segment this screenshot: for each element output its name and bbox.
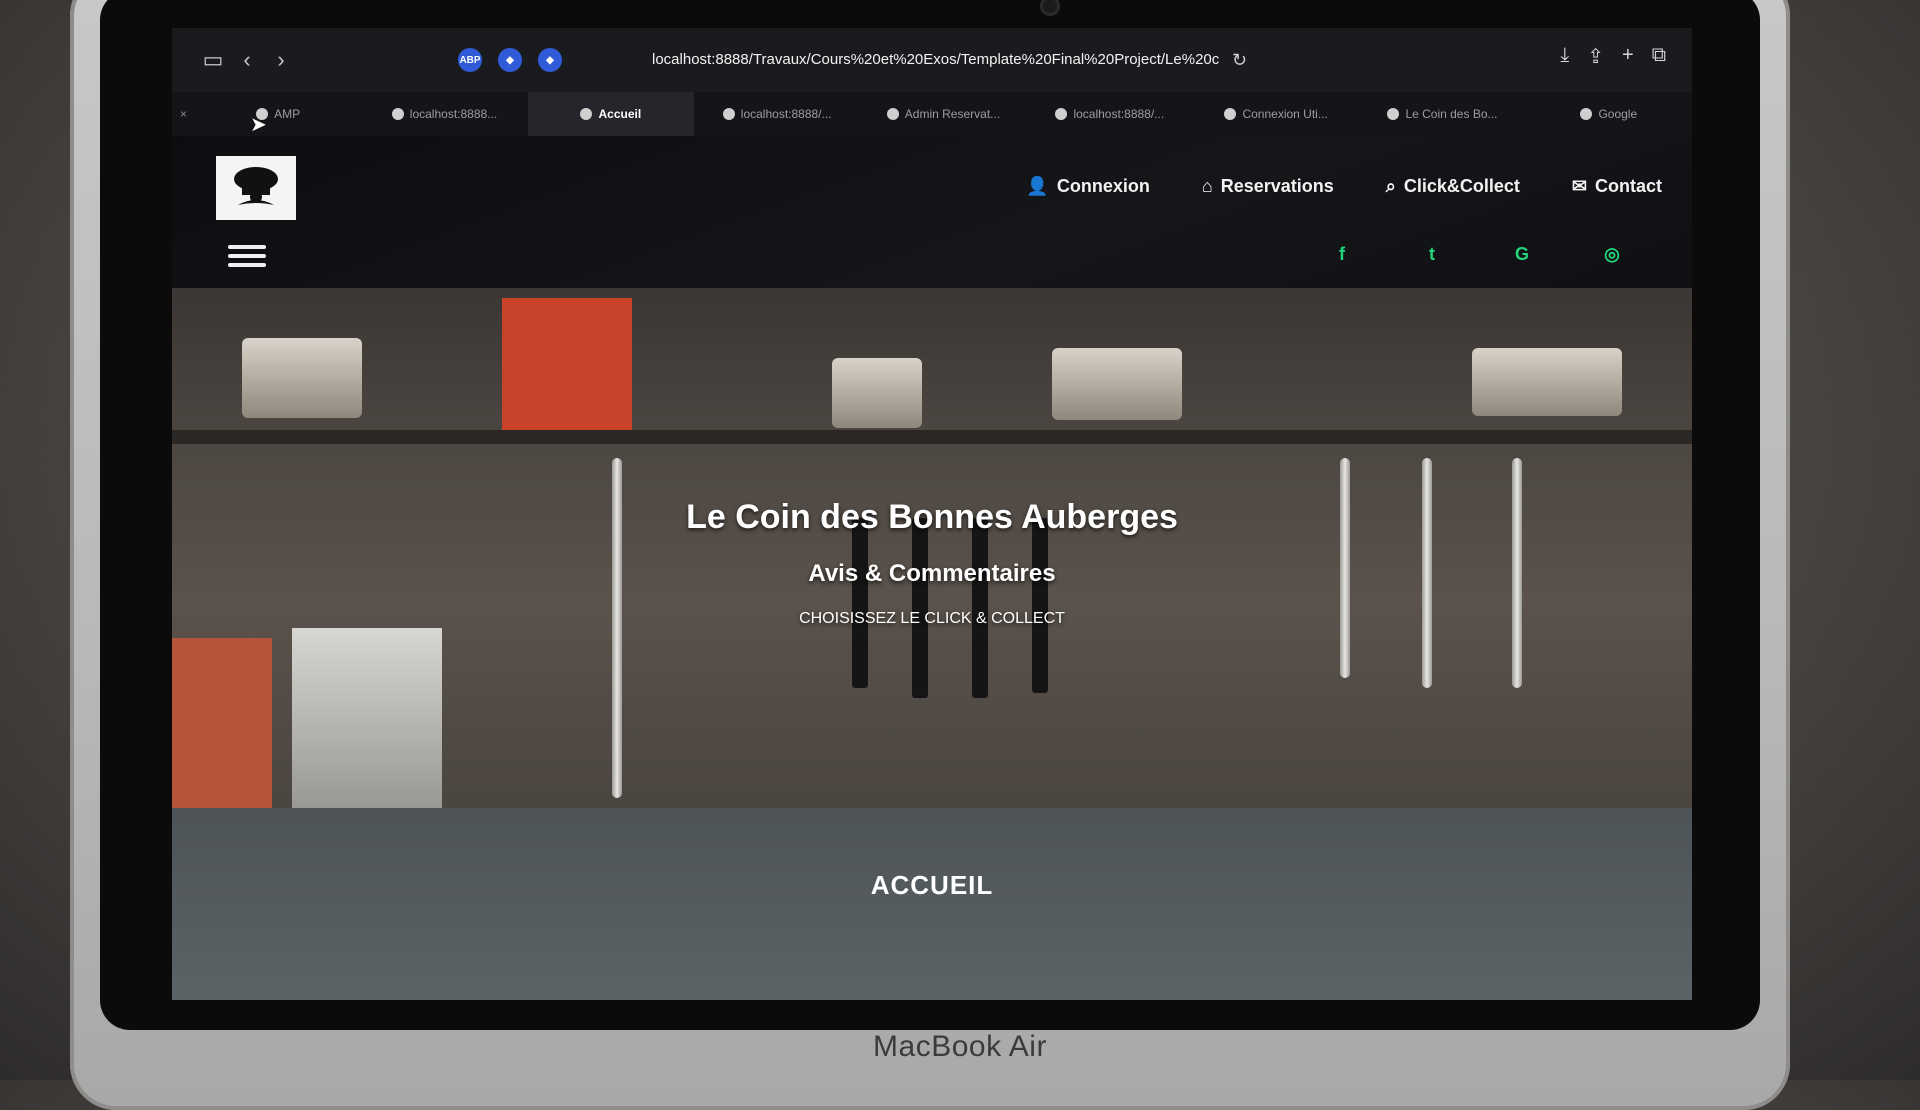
tab-admin-reservat[interactable]: Admin Reservat... — [860, 92, 1026, 136]
download-icon[interactable]: ⤓ — [1560, 44, 1569, 69]
hero-title: Le Coin des Bonnes Auberges — [686, 498, 1178, 536]
favicon-icon — [391, 108, 404, 120]
nav-connexion[interactable]: 👤 Connexion — [1026, 176, 1149, 197]
tab-localhost-3[interactable]: localhost:8888/... — [1027, 92, 1193, 136]
twitter-icon[interactable]: t — [1422, 244, 1442, 265]
macbook-label: MacBook Air — [873, 1030, 1047, 1063]
facebook-icon[interactable]: f — [1332, 244, 1352, 265]
back-icon[interactable]: ‹ — [230, 47, 264, 73]
user-icon: 👤 — [1026, 176, 1049, 196]
close-tab-icon[interactable]: × — [172, 107, 195, 121]
main-nav: 👤 Connexion ⌂ Reservations ⌕ Click&Collect … — [1026, 176, 1662, 197]
forward-icon[interactable]: › — [264, 47, 298, 73]
tab-localhost-2[interactable]: localhost:8888/... — [694, 92, 860, 136]
home-icon: ⌂ — [1201, 176, 1213, 196]
google-icon[interactable]: G — [1512, 244, 1532, 265]
site-header: 👤 Connexion ⌂ Reservations ⌕ Click&Collect … — [172, 136, 1692, 288]
mouse-cursor-icon: ➤ — [250, 114, 267, 136]
tab-le-coin[interactable]: Le Coin des Bo... — [1359, 92, 1525, 136]
tab-amp[interactable]: AMP — [195, 92, 361, 136]
kitchen-shelf — [172, 430, 1692, 444]
kitchen-pot — [1052, 348, 1182, 420]
knife-rack — [972, 518, 988, 698]
sidebar-toggle-icon[interactable]: ▭ — [196, 47, 230, 73]
tab-localhost-1[interactable]: localhost:8888... — [361, 92, 527, 136]
nav-contact[interactable]: ✉ Contact — [1572, 176, 1662, 197]
hero-banner: Le Coin des Bonnes Auberges Avis & Comme… — [172, 288, 1692, 808]
hero-cta-text[interactable]: CHOISISSEZ LE CLICK & COLLECT — [172, 610, 1692, 628]
nav-click-collect[interactable]: ⌕ Click&Collect — [1386, 176, 1520, 197]
nav-reservations[interactable]: ⌂ Reservations — [1202, 176, 1334, 197]
extension-abp-icon[interactable]: ABP — [458, 48, 482, 72]
social-links: f t G ◎ — [1332, 244, 1622, 265]
cookbook-image — [172, 638, 272, 808]
google-favicon-icon — [1580, 108, 1593, 120]
tab-connexion-uti[interactable]: Connexion Uti... — [1193, 92, 1359, 136]
tab-overview-icon[interactable]: ⧉ — [1652, 44, 1666, 69]
envelope-icon: ✉ — [1571, 176, 1587, 196]
extension-shield-alt-icon[interactable]: ◆ — [538, 48, 562, 72]
favicon-icon — [1387, 108, 1400, 120]
extension-shield-icon[interactable]: ◆ — [498, 48, 522, 72]
favicon-icon — [580, 108, 593, 120]
kitchen-pot — [242, 338, 362, 418]
knife-rack — [912, 518, 928, 698]
favicon-icon — [886, 108, 899, 120]
share-icon[interactable]: ⇪ — [1587, 44, 1604, 69]
instagram-icon[interactable]: ◎ — [1602, 244, 1622, 265]
favicon-icon — [1055, 108, 1068, 120]
cookbook-image — [502, 298, 632, 430]
chef-hat-icon — [234, 167, 278, 205]
favicon-icon — [1224, 108, 1237, 120]
kitchen-pot — [832, 358, 922, 428]
section-title: ACCUEIL — [870, 870, 994, 900]
search-icon: ⌕ — [1385, 176, 1396, 196]
hero-subtitle: Avis & Commentaires — [808, 560, 1056, 587]
menu-hamburger-icon[interactable] — [228, 240, 266, 272]
browser-toolbar: ▭ ‹ › ABP ◆ ◆ localhost:8888/Travaux/Cou… — [172, 28, 1692, 92]
tab-google[interactable]: Google — [1526, 92, 1692, 136]
chef-portrait-image — [292, 628, 442, 808]
kitchen-pan — [1472, 348, 1622, 416]
knife-rack — [852, 518, 868, 688]
reload-icon[interactable]: ↻ — [1232, 44, 1247, 76]
tab-bar: × AMP localhost:8888... Accueil localhos… — [172, 92, 1692, 137]
knife-rack — [1032, 518, 1048, 693]
accueil-section: ACCUEIL — [172, 808, 1692, 1000]
screen: ▭ ‹ › ABP ◆ ◆ localhost:8888/Travaux/Cou… — [172, 28, 1692, 1000]
address-bar[interactable]: localhost:8888/Travaux/Cours%20et%20Exos… — [652, 44, 1432, 76]
new-tab-icon[interactable]: + — [1622, 44, 1634, 69]
favicon-icon — [722, 108, 735, 120]
webcam — [1040, 0, 1060, 16]
chef-logo[interactable] — [216, 156, 296, 220]
tab-accueil[interactable]: Accueil — [527, 92, 694, 136]
